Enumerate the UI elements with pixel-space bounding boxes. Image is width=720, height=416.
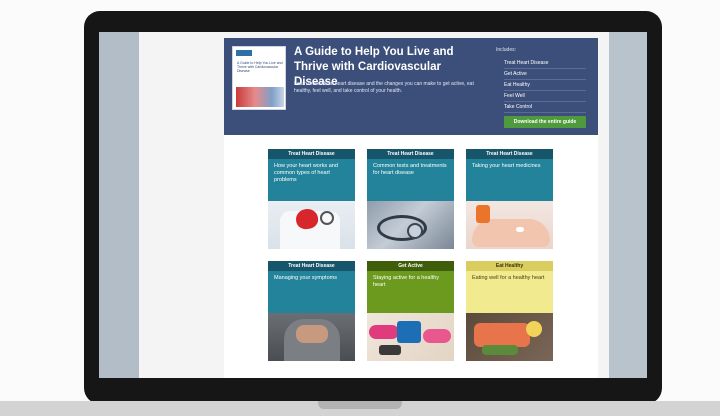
card-managing-symptoms[interactable]: Treat Heart Disease Managing your sympto…: [268, 261, 355, 361]
screen-backdrop-left: [99, 32, 139, 378]
card-category: Eat Healthy: [466, 261, 553, 271]
dumbbell-icon: [379, 345, 401, 355]
card-title[interactable]: Managing your symptoms: [268, 271, 355, 313]
includes-panel: Includes:: [496, 47, 594, 58]
download-guide-button[interactable]: Download the entire guide: [504, 116, 586, 128]
hero-banner: A Guide to Help You Live and Thrive with…: [224, 38, 598, 135]
card-category: Treat Heart Disease: [268, 261, 355, 271]
card-category: Treat Heart Disease: [466, 149, 553, 159]
guide-cover-photo: [236, 87, 284, 107]
sneaker-icon: [423, 329, 451, 343]
guide-cover-title: A Guide to Help You Live and Thrive with…: [237, 61, 283, 73]
pill-bottle-icon: [476, 205, 490, 223]
card-title[interactable]: Common tests and treatments for heart di…: [367, 159, 454, 201]
web-page: A Guide to Help You Live and Thrive with…: [224, 38, 598, 378]
card-category: Treat Heart Disease: [367, 149, 454, 159]
card-heart-medicines[interactable]: Treat Heart Disease Taking your heart me…: [466, 149, 553, 249]
card-title[interactable]: Eating well for a healthy heart: [466, 271, 553, 313]
laptop-scene: A Guide to Help You Live and Thrive with…: [0, 0, 720, 416]
heart-model-image: [268, 201, 355, 249]
pills-in-hand-image: [466, 201, 553, 249]
card-tests-treatments[interactable]: Treat Heart Disease Common tests and tre…: [367, 149, 454, 249]
lemon-icon: [526, 321, 542, 337]
stethoscope-icon: [407, 223, 423, 239]
includes-heading: Includes:: [496, 47, 517, 53]
pill-icon: [516, 227, 524, 232]
includes-link-feel-well[interactable]: Feel Well: [504, 91, 586, 102]
includes-link-take-control[interactable]: Take Control: [504, 102, 586, 113]
exercise-gear-image: [367, 313, 454, 361]
includes-link-get-active[interactable]: Get Active: [504, 69, 586, 80]
laptop-screen: A Guide to Help You Live and Thrive with…: [99, 32, 647, 378]
card-how-heart-works[interactable]: Treat Heart Disease How your heart works…: [268, 149, 355, 249]
stethoscope-image: [367, 201, 454, 249]
herb-shape: [482, 345, 518, 355]
stethoscope-icon: [320, 211, 334, 225]
card-title[interactable]: How your heart works and common types of…: [268, 159, 355, 201]
screen-backdrop-right: [609, 32, 647, 378]
card-title[interactable]: Taking your heart medicines: [466, 159, 553, 201]
sneaker-icon: [369, 325, 399, 339]
hands-on-chest-image: [268, 313, 355, 361]
salmon-shape: [474, 323, 530, 347]
includes-link-treat-heart-disease[interactable]: Treat Heart Disease: [504, 58, 586, 69]
page-description: Learn more about heart disease and the c…: [294, 81, 474, 94]
guide-cover-thumbnail[interactable]: A Guide to Help You Live and Thrive with…: [232, 46, 286, 110]
card-category: Get Active: [367, 261, 454, 271]
hands-shape: [296, 325, 328, 343]
logo-icon: [236, 50, 252, 56]
towel-shape: [397, 321, 421, 343]
hand-shape: [472, 219, 550, 247]
card-eating-well[interactable]: Eat Healthy Eating well for a healthy he…: [466, 261, 553, 361]
card-title[interactable]: Staying active for a healthy heart: [367, 271, 454, 313]
includes-list: Treat Heart Disease Get Active Eat Healt…: [504, 58, 586, 113]
salmon-meal-image: [466, 313, 553, 361]
includes-link-eat-healthy[interactable]: Eat Healthy: [504, 80, 586, 91]
card-staying-active[interactable]: Get Active Staying active for a healthy …: [367, 261, 454, 361]
card-category: Treat Heart Disease: [268, 149, 355, 159]
laptop-hinge-notch: [318, 401, 402, 409]
